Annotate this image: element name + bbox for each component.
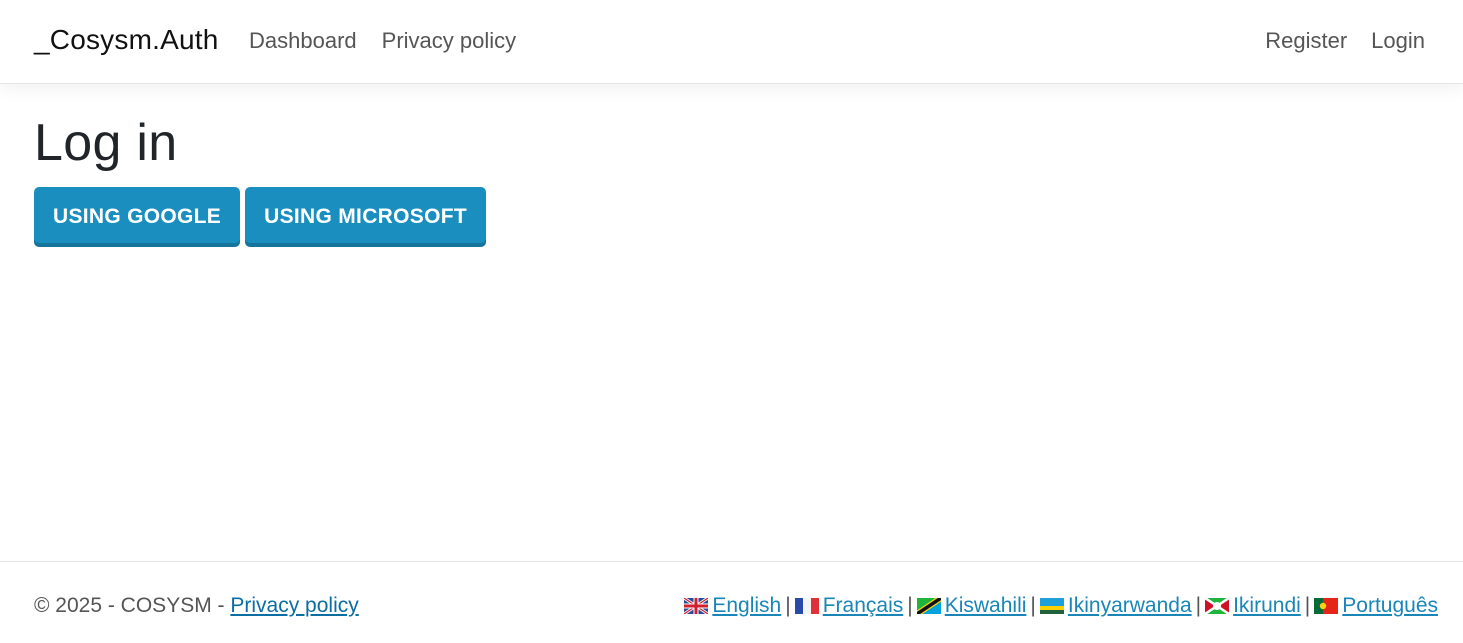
portugal-flag-icon: [1314, 598, 1339, 614]
language-separator: |: [1195, 594, 1202, 617]
france-flag-icon: [794, 598, 819, 614]
rwanda-flag-icon: [1039, 598, 1064, 614]
copyright-text: © 2025 - COSYSM - Privacy policy: [34, 594, 359, 618]
tanzania-flag-icon: [916, 598, 941, 614]
nav-login-link[interactable]: Login: [1371, 28, 1425, 54]
burundi-flag-icon: [1205, 598, 1230, 614]
language-separator: |: [907, 594, 913, 617]
account-nav: Register Login: [1265, 28, 1425, 54]
language-label: Português: [1342, 594, 1438, 617]
nav-dashboard-link[interactable]: Dashboard: [249, 28, 357, 54]
language-portuguese-link[interactable]: Português: [1314, 594, 1438, 618]
language-label: Ikinyarwanda: [1067, 594, 1192, 617]
footer: © 2025 - COSYSM - Privacy policy English…: [0, 561, 1463, 643]
nav-privacy-link[interactable]: Privacy policy: [382, 28, 516, 54]
language-label: Français: [822, 594, 904, 617]
language-kinyarwanda-link[interactable]: Ikinyarwanda: [1039, 594, 1192, 618]
copyright-label: © 2025 - COSYSM -: [34, 594, 231, 617]
language-selector: English | Français | Kiswahili | Ikinyar…: [684, 594, 1438, 618]
top-navbar: _Cosysm.Auth Dashboard Privacy policy Re…: [0, 0, 1463, 84]
language-english-link[interactable]: English: [684, 594, 781, 618]
language-french-link[interactable]: Français: [794, 594, 904, 618]
login-google-button[interactable]: USING GOOGLE: [34, 187, 241, 247]
login-microsoft-button[interactable]: USING MICROSOFT: [245, 187, 486, 247]
language-separator: |: [1304, 594, 1311, 617]
page-title: Log in: [34, 114, 178, 172]
external-login-buttons: USING GOOGLE USING MICROSOFT: [34, 187, 486, 247]
language-kiswahili-link[interactable]: Kiswahili: [916, 594, 1027, 618]
language-label: Ikirundi: [1233, 594, 1301, 617]
language-separator: |: [785, 594, 791, 617]
nav-register-link[interactable]: Register: [1265, 28, 1347, 54]
brand-link[interactable]: _Cosysm.Auth: [34, 24, 218, 56]
language-kirundi-link[interactable]: Ikirundi: [1205, 594, 1301, 618]
footer-privacy-link[interactable]: Privacy policy: [230, 594, 358, 617]
primary-nav: Dashboard Privacy policy: [249, 28, 516, 54]
language-label: English: [712, 594, 782, 617]
language-separator: |: [1030, 594, 1036, 617]
language-label: Kiswahili: [944, 594, 1027, 617]
uk-flag-icon: [684, 598, 709, 614]
